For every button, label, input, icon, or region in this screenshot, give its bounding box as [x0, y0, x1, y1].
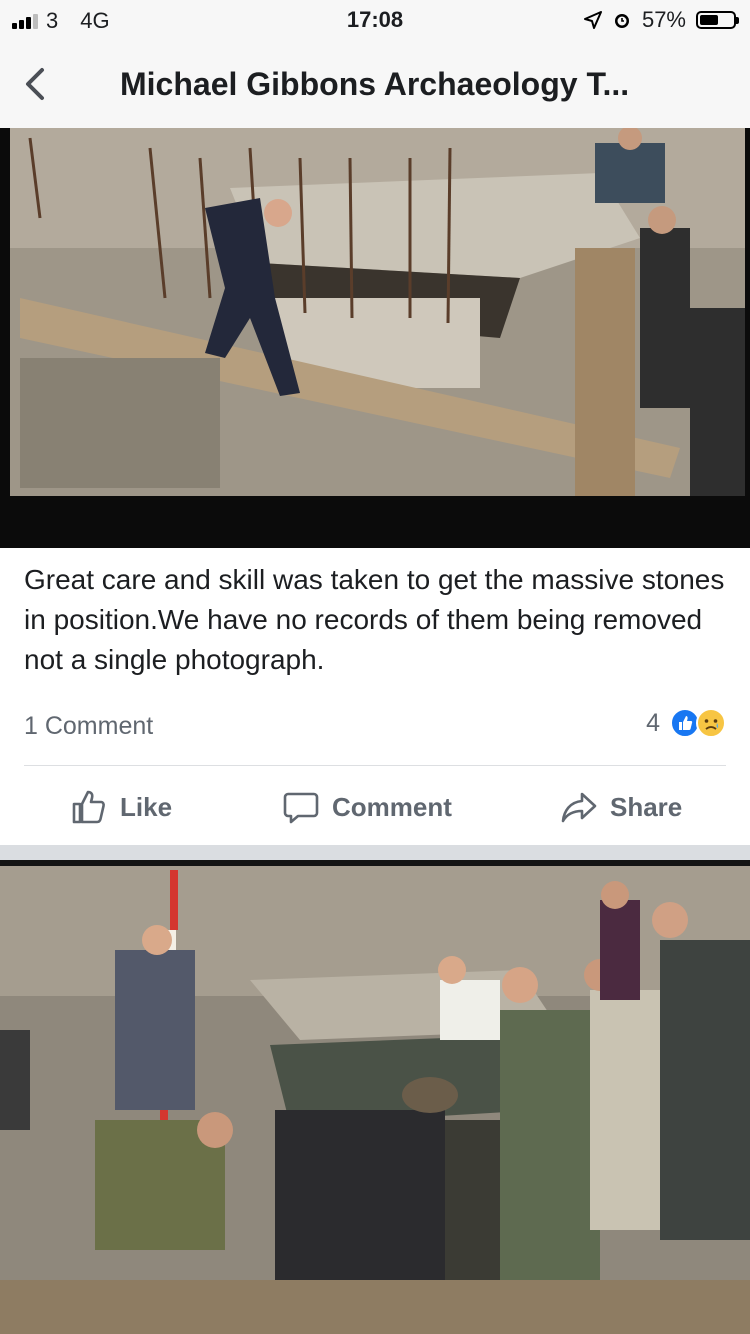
status-bar: 3 4G 17:08 57% [0, 0, 750, 40]
battery-icon [696, 11, 739, 29]
like-icon [72, 790, 105, 824]
comment-label: Comment [332, 791, 452, 822]
reactions-summary[interactable]: 4 [646, 708, 726, 738]
next-post-photo[interactable] [0, 860, 750, 1334]
like-label: Like [120, 791, 173, 822]
archaeology-photo-2-image [0, 860, 750, 1334]
comment-icon [283, 792, 319, 824]
back-button[interactable] [16, 64, 56, 104]
post-meta-row: 1 Comment 4 [24, 708, 726, 748]
page-title: Michael Gibbons Archaeology T... [120, 66, 630, 102]
share-button[interactable]: Share [560, 788, 682, 826]
chevron-left-icon [26, 68, 44, 100]
comment-count[interactable]: 1 Comment [24, 712, 153, 741]
location-arrow-icon [583, 11, 602, 29]
post-photo[interactable] [0, 128, 750, 548]
battery-percent: 57% [641, 7, 686, 32]
archaeology-photo-image [0, 128, 750, 548]
divider [24, 765, 726, 766]
post-separator [0, 845, 750, 860]
like-button[interactable]: Like [70, 788, 172, 826]
nav-bar: Michael Gibbons Archaeology T... [0, 40, 750, 128]
alarm-icon [614, 14, 629, 28]
reaction-count: 4 [646, 708, 660, 737]
battery-fill [700, 15, 719, 25]
share-label: Share [610, 791, 683, 822]
comment-button[interactable]: Comment [282, 788, 452, 826]
post-action-bar: Like Comment Share [0, 780, 750, 836]
sad-reaction-icon [696, 708, 726, 738]
share-icon [561, 792, 597, 823]
post-text: Great care and skill was taken to get th… [24, 564, 725, 675]
status-right: 57% [583, 7, 739, 33]
